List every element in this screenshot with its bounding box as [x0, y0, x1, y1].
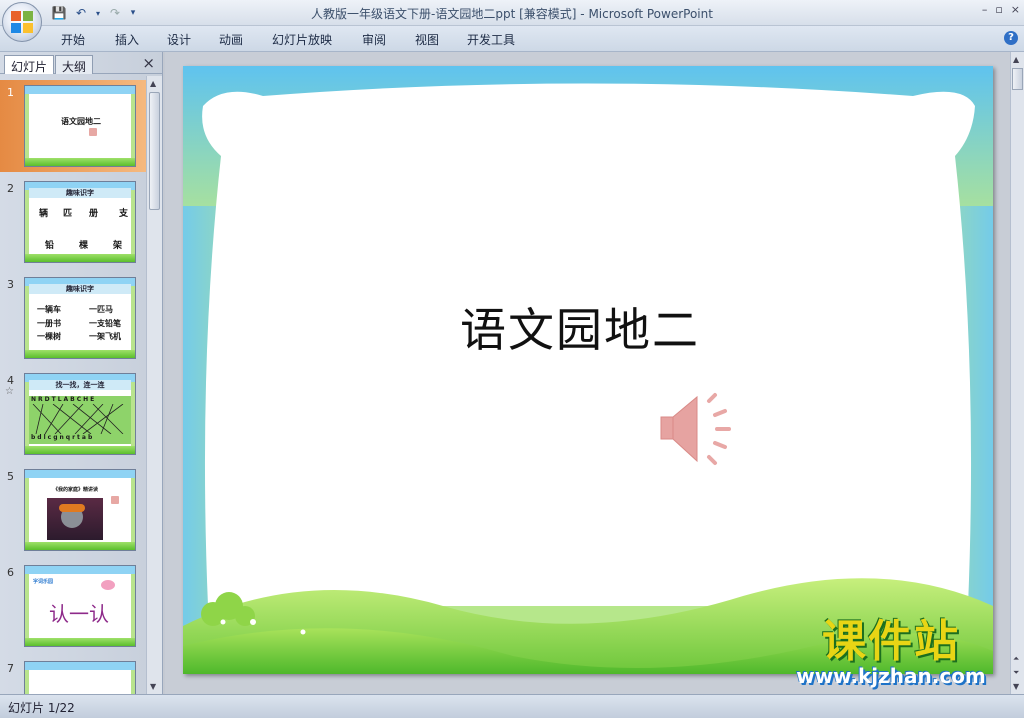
tab-review[interactable]: 审阅: [362, 31, 386, 48]
panel-tabs: 幻灯片 大纲 ×: [0, 52, 163, 74]
thumbnail-preview: 找一找，连一连 NRDTLABCHE bdlcgnqrtab: [24, 373, 136, 455]
thumbnail-title: 字词乐园: [33, 579, 54, 585]
slides-panel: 幻灯片 大纲 × 1 语文园地二 2 趣味识字 辆 匹 册 支 铅 棵 架 3 …: [0, 52, 163, 694]
thumbnail-preview: [24, 661, 136, 694]
slide-number: 7: [7, 662, 14, 675]
thumbnail-text: NRDTLABCHE: [31, 396, 97, 403]
close-button[interactable]: ×: [1011, 3, 1020, 16]
watermark-logo: 课件站 www.kjzhan.com: [776, 616, 1006, 689]
close-panel-icon[interactable]: ×: [142, 54, 155, 72]
scroll-down-arrow-icon[interactable]: ▼: [150, 682, 156, 691]
flower-icon: [101, 580, 115, 590]
slide-thumbnail-2[interactable]: 2 趣味识字 辆 匹 册 支 铅 棵 架: [0, 176, 146, 268]
thumbnail-text: 一册书: [37, 319, 61, 328]
window-controls: – ▫ ×: [982, 3, 1020, 16]
tab-slide-show[interactable]: 幻灯片放映: [272, 31, 332, 48]
slide-number: 2: [7, 182, 14, 195]
thumbnail-title: 趣味识字: [29, 188, 131, 198]
thumbnail-text: 一架飞机: [89, 332, 121, 341]
next-slide-icon[interactable]: ⏷: [1013, 668, 1019, 678]
previous-slide-icon[interactable]: ⏶: [1013, 654, 1019, 664]
scroll-down-arrow-icon[interactable]: ▼: [1013, 682, 1019, 691]
tab-animations[interactable]: 动画: [219, 31, 243, 48]
thumbnail-text: 一辆车: [37, 305, 61, 314]
status-bar: 幻灯片 1/22: [0, 694, 1024, 718]
slide-counter: 幻灯片 1/22: [8, 701, 75, 715]
title-bar: 💾 ↶ ▾ ↷ ▾ 人教版一年级语文下册-语文园地二ppt [兼容模式] - M…: [0, 0, 1024, 26]
thumbnail-text: 一匹马: [89, 305, 113, 314]
speaker-icon: [111, 496, 119, 504]
slide-number: 3: [7, 278, 14, 291]
slide-thumbnail-7[interactable]: 7: [0, 656, 146, 694]
office-button[interactable]: [2, 2, 42, 42]
thumbnail-text: 棵: [79, 241, 89, 251]
minimize-button[interactable]: –: [982, 3, 988, 16]
tab-slides[interactable]: 幻灯片: [4, 55, 55, 74]
editor-scrollbar[interactable]: ▲ ⏶ ⏷ ▼: [1010, 52, 1024, 694]
video-frame: [47, 498, 103, 540]
thumbnail-text: 认一认: [49, 602, 109, 626]
scroll-up-arrow-icon[interactable]: ▲: [1013, 55, 1019, 64]
thumbnail-text: 一棵树: [37, 332, 61, 341]
tab-developer[interactable]: 开发工具: [467, 31, 515, 48]
slide-background-art: [183, 83, 993, 674]
scrollbar-thumb[interactable]: [149, 92, 160, 210]
slide-number: 6: [7, 566, 14, 579]
thumbnail-list: 1 语文园地二 2 趣味识字 辆 匹 册 支 铅 棵 架 3 趣味识字 一辆车 …: [0, 76, 146, 694]
tab-design[interactable]: 设计: [167, 31, 191, 48]
thumbnail-text: 支: [119, 209, 129, 219]
animation-star-icon: ☆: [5, 386, 14, 397]
thumbnail-title: 找一找，连一连: [29, 380, 131, 390]
thumbnail-title: 语文园地二: [61, 117, 101, 126]
slide-title[interactable]: 语文园地二: [460, 294, 700, 360]
thumbnail-text: 一支铅笔: [89, 319, 121, 328]
thumbnail-text: 册: [89, 209, 99, 219]
watermark-url: www.kjzhan.com: [796, 664, 986, 688]
thumbnail-text: bdlcgnqrtab: [31, 434, 95, 441]
watermark-brand: 课件站: [822, 616, 960, 667]
scroll-up-arrow-icon[interactable]: ▲: [150, 79, 156, 88]
current-slide[interactable]: 语文园地二: [183, 66, 993, 674]
slide-thumbnail-6[interactable]: 6 字词乐园 认一认: [0, 560, 146, 652]
ribbon-tabs: 开始 插入 设计 动画 幻灯片放映 审阅 视图 开发工具 ?: [0, 26, 1024, 52]
slide-thumbnail-1[interactable]: 1 语文园地二: [0, 80, 146, 172]
window-title: 人教版一年级语文下册-语文园地二ppt [兼容模式] - Microsoft P…: [311, 7, 713, 21]
slide-number: 5: [7, 470, 14, 483]
thumbnail-text: 铅: [45, 241, 55, 251]
connecting-lines: [32, 404, 124, 434]
help-icon[interactable]: ?: [1004, 31, 1018, 45]
thumbnail-preview: 趣味识字 一辆车 一匹马 一册书 一支铅笔 一棵树 一架飞机: [24, 277, 136, 359]
thumbnail-preview: 趣味识字 辆 匹 册 支 铅 棵 架: [24, 181, 136, 263]
slide-thumbnail-4[interactable]: 4 ☆ 找一找，连一连 NRDTLABCHE bdlcgnqrtab: [0, 368, 146, 460]
tab-home[interactable]: 开始: [61, 31, 85, 48]
slide-thumbnail-3[interactable]: 3 趣味识字 一辆车 一匹马 一册书 一支铅笔 一棵树 一架飞机: [0, 272, 146, 364]
thumbnail-text: 架: [113, 241, 123, 251]
office-logo-icon: [11, 11, 33, 33]
thumbnail-title: 趣味识字: [29, 284, 131, 294]
speaker-icon[interactable]: [657, 391, 739, 474]
thumbnail-preview: 语文园地二: [24, 85, 136, 167]
scrollbar-thumb[interactable]: [1012, 68, 1023, 90]
tab-outline[interactable]: 大纲: [55, 55, 94, 74]
slide-thumbnail-5[interactable]: 5 《我的家庭》精讲读: [0, 464, 146, 556]
slide-number: 1: [7, 86, 14, 99]
restore-button[interactable]: ▫: [995, 3, 1002, 16]
thumbnail-preview: 《我的家庭》精讲读: [24, 469, 136, 551]
thumbnail-text: 匹: [63, 209, 73, 219]
tab-view[interactable]: 视图: [415, 31, 439, 48]
tab-insert[interactable]: 插入: [115, 31, 139, 48]
thumbnail-scrollbar[interactable]: ▲ ▼: [146, 76, 162, 694]
thumbnail-title: 《我的家庭》精讲读: [53, 487, 99, 493]
thumbnail-preview: 字词乐园 认一认: [24, 565, 136, 647]
speaker-icon: [89, 128, 97, 136]
thumbnail-text: 辆: [39, 209, 49, 219]
